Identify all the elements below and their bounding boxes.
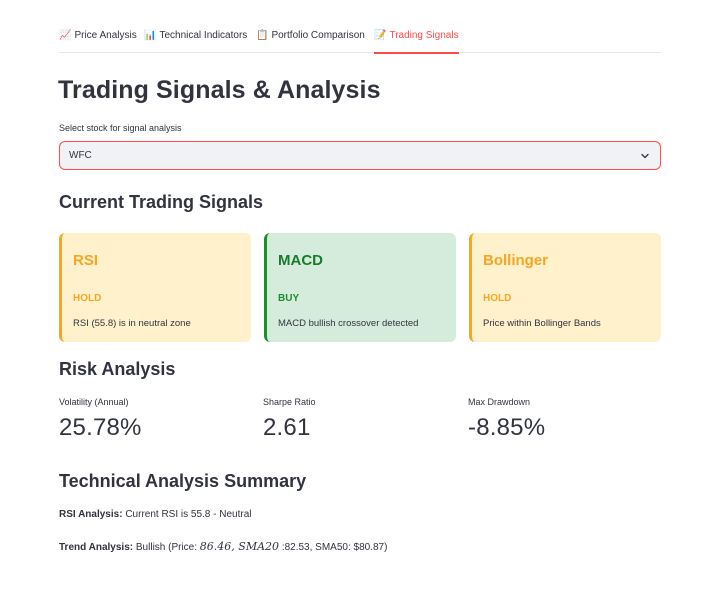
signal-card-rsi: RSI HOLD RSI (55.8) is in neutral zone: [59, 233, 251, 342]
risk-heading: Risk Analysis: [59, 359, 176, 379]
metric-label: Sharpe Ratio: [263, 397, 316, 407]
rsi-analysis-text: Current RSI is 55.8 - Neutral: [125, 509, 252, 520]
tab-label: Trading Signals: [389, 30, 459, 41]
rsi-analysis-label: RSI Analysis:: [59, 509, 123, 520]
metric-value: -8.85%: [468, 414, 546, 441]
tab-label: Price Analysis: [74, 30, 137, 41]
rsi-analysis-line: RSI Analysis: Current RSI is 55.8 - Neut…: [59, 509, 252, 520]
trend-analysis-line: Trend Analysis: Bullish (Price: 86.46, S…: [59, 540, 387, 553]
signal-card-bollinger: Bollinger HOLD Price within Bollinger Ba…: [469, 233, 661, 342]
chart-up-icon: 📈: [59, 30, 72, 41]
metric-value: 25.78%: [59, 414, 142, 441]
signal-description: MACD bullish crossover detected: [278, 318, 419, 329]
tab-technical-indicators[interactable]: 📊 Technical Indicators: [144, 28, 247, 53]
metric-max-drawdown: Max Drawdown -8.85%: [468, 397, 545, 442]
trend-analysis-prefix: Bullish (Price:: [135, 542, 200, 553]
metric-label: Volatility (Annual): [59, 397, 129, 407]
tech-summary-heading: Technical Analysis Summary: [59, 471, 307, 491]
signal-description: Price within Bollinger Bands: [483, 318, 601, 329]
tab-label: Technical Indicators: [159, 30, 248, 41]
page-title: Trading Signals & Analysis: [58, 76, 381, 104]
metric-value: 2.61: [263, 414, 311, 441]
chevron-down-icon: [641, 153, 649, 159]
memo-icon: 📝: [374, 30, 387, 41]
signal-status: HOLD: [73, 293, 102, 304]
stock-select[interactable]: WFC: [59, 141, 661, 170]
signal-card-macd: MACD BUY MACD bullish crossover detected: [264, 233, 456, 342]
tab-label: Portfolio Comparison: [271, 30, 365, 41]
metric-volatility: Volatility (Annual) 25.78%: [59, 397, 142, 442]
clipboard-icon: 📋: [256, 30, 269, 41]
signal-description: RSI (55.8) is in neutral zone: [73, 318, 191, 329]
trend-analysis-label: Trend Analysis:: [59, 542, 134, 553]
signal-name: RSI: [73, 252, 99, 269]
tab-price-analysis[interactable]: 📈 Price Analysis: [59, 28, 137, 53]
stock-select-value: WFC: [69, 150, 92, 161]
metric-sharpe-ratio: Sharpe Ratio 2.61: [263, 397, 316, 442]
bar-chart-icon: 📊: [144, 30, 157, 41]
metric-label: Max Drawdown: [468, 397, 531, 407]
signal-status: BUY: [278, 293, 300, 304]
signal-name: Bollinger: [483, 252, 549, 269]
signal-name: MACD: [278, 252, 323, 269]
trend-analysis-math: 86.46, SMA20: [199, 540, 280, 553]
signals-heading: Current Trading Signals: [59, 192, 264, 212]
tab-portfolio-comparison[interactable]: 📋 Portfolio Comparison: [256, 28, 365, 53]
tab-bar: 📈 Price Analysis 📊 Technical Indicators 📋 P…: [59, 28, 661, 54]
trend-analysis-suffix: :82.53, SMA50: $80.87): [281, 542, 388, 553]
signal-status: HOLD: [483, 293, 512, 304]
stock-select-label: Select stock for signal analysis: [59, 123, 182, 133]
tab-trading-signals[interactable]: 📝 Trading Signals: [374, 28, 459, 54]
